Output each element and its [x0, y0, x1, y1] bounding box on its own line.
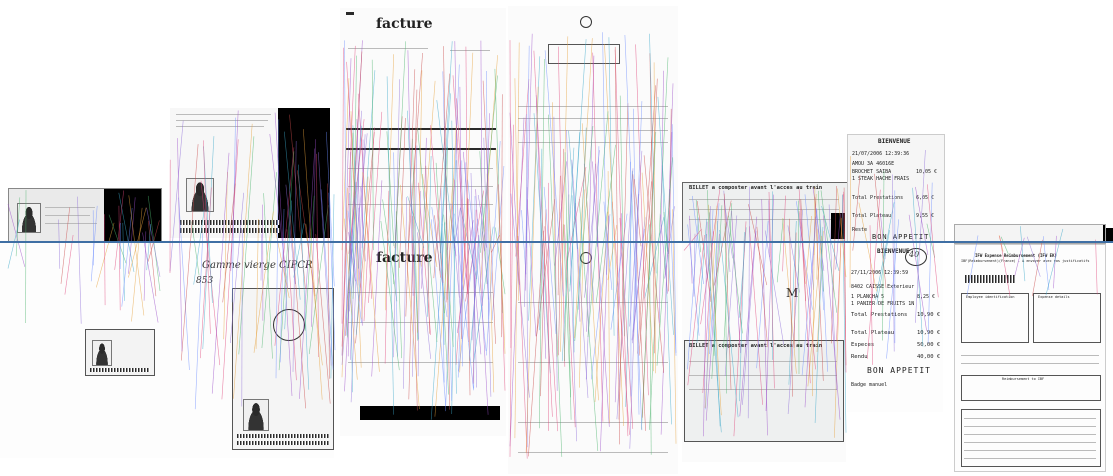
invoice-pair: facture facture	[340, 8, 506, 436]
expense-form-pair: IFW Expense Reimbursement (IFW EK) IBF(R…	[948, 220, 1113, 472]
bon-appetit: BON APPETIT	[872, 233, 930, 241]
receipt-bottom: 40 BIENVENUE 27/11/2006 12:39:59 8402 CA…	[847, 242, 943, 412]
dark-edge	[1106, 228, 1113, 242]
id-card-bottom	[0, 243, 165, 458]
ticket-mark: M	[786, 286, 799, 300]
receipt-line: 8402 CAISSE Exterieur	[851, 284, 915, 290]
train-ticket-top: BILLET a composter avant l'acces au trai…	[682, 182, 848, 242]
dark-strip	[104, 189, 161, 242]
handwritten-note: Gamme vierge CIPCR	[202, 260, 313, 271]
train-ticket-pair: BILLET a composter avant l'acces au trai…	[680, 180, 848, 464]
receipt-line: 1 STEAK HACHE FRAIS	[852, 176, 910, 182]
receipt-line: BROCHET SAIBA	[852, 169, 892, 175]
form-subtitle: IBF(Reimbursement)(France) - A envoyer a…	[961, 259, 1090, 263]
receipt-line: Reste	[852, 227, 868, 233]
receipt-header: BIENVENUE	[878, 138, 911, 145]
passport-bottom: Gamme vierge CIPCR 853	[164, 240, 334, 458]
form-section: Expense details	[1038, 295, 1070, 299]
tall-invoice-bottom	[508, 242, 678, 474]
train-notice: BILLET a composter avant l'acces au trai…	[689, 343, 823, 349]
invoice-top: facture	[340, 8, 506, 240]
form-footer: Reimbursement to IBF	[1002, 377, 1045, 381]
receipt-line: 27/11/2006 12:39:59	[851, 270, 909, 276]
passport-pair: Gamme vierge CIPCR 853	[160, 100, 340, 460]
receipt-line: 21/07/2006 12:39:36	[852, 151, 910, 157]
horizontal-divider	[0, 241, 1113, 243]
receipt-line: Total Prestations	[852, 195, 904, 201]
receipt-amount: 6,05 €	[916, 195, 935, 201]
receipt-top: BIENVENUE 21/07/2006 12:39:36 AMOU 3A 46…	[847, 134, 945, 242]
id-card-pair	[0, 180, 165, 460]
handwritten-amount: 40	[909, 250, 920, 259]
id-photo	[17, 203, 41, 233]
bon-appetit: BON APPETIT	[867, 366, 931, 375]
receipt-amount: 9,55 €	[916, 213, 935, 219]
receipt-line: Total Prestations	[851, 312, 908, 318]
form-section: Employee identification	[966, 295, 1015, 299]
train-ticket-bottom: M BILLET a composter avant l'acces au tr…	[682, 242, 846, 462]
receipt-amount: 40,00 €	[917, 354, 941, 360]
expense-form-bottom: IFW Expense Reimbursement (IFW EK) IBF(R…	[954, 244, 1106, 472]
receipt-line: 1 PANIER DE FRUITS 1N	[851, 301, 915, 307]
form-title: IFW Expense Reimbursement (IFW EK)	[975, 253, 1057, 258]
receipt-line: Total Plateau	[852, 213, 892, 219]
invoice-title: facture	[376, 16, 433, 32]
passport-photo	[243, 399, 269, 431]
invoice-title: facture	[376, 250, 433, 266]
passport-shadow	[278, 108, 330, 238]
receipt-amount: 10,90 €	[917, 330, 941, 336]
invoice-bottom: facture	[340, 242, 506, 436]
receipt-line: Total Plateau	[851, 330, 895, 336]
receipt-amount: 10,05 €	[916, 169, 938, 175]
receipt-line: AMOU 3A 46016E	[852, 161, 895, 167]
id-card-top	[8, 188, 162, 243]
receipt-line: 1 PLANCHA 5	[851, 294, 885, 300]
scan-edge	[360, 406, 500, 420]
handwritten-ref: 853	[196, 276, 214, 286]
receipt-line: Especes	[851, 342, 875, 348]
passport-top	[170, 108, 330, 238]
receipt-amount: 8,25 €	[917, 294, 936, 300]
receipt-amount: 10,90 €	[917, 312, 941, 318]
passport-photo	[186, 178, 214, 212]
train-notice: BILLET a composter avant l'acces au trai…	[689, 185, 823, 191]
receipt-line: Badge manuel	[851, 382, 888, 388]
receipt-pair: BIENVENUE 21/07/2006 12:39:36 AMOU 3A 46…	[845, 134, 945, 464]
tall-invoice-top	[508, 6, 678, 240]
receipt-amount: 50,00 €	[917, 342, 941, 348]
receipt-header: BIENVENUE	[877, 248, 910, 255]
receipt-line: Rendu	[851, 354, 868, 360]
matching-visualization: Gamme vierge CIPCR 853 facture facture B…	[0, 0, 1113, 476]
id-photo	[92, 340, 112, 366]
